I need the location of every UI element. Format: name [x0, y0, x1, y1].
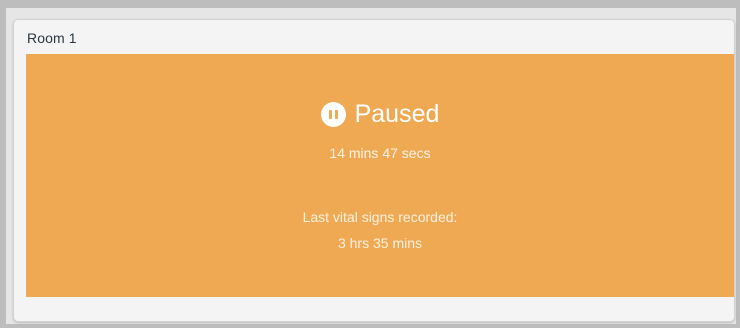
pause-icon-bar-right	[334, 109, 338, 119]
room-card[interactable]: Room 1 Paused 14 mins 47 secs Last vital…	[13, 19, 735, 322]
pause-icon	[320, 101, 346, 127]
status-header: Paused	[26, 99, 734, 129]
elapsed-time: 14 mins 47 secs	[329, 145, 431, 161]
vitals-label: Last vital signs recorded:	[302, 209, 458, 225]
status-panel[interactable]: Paused 14 mins 47 secs Last vital signs …	[26, 54, 734, 297]
status-label: Paused	[354, 100, 440, 128]
pause-icon-bar-left	[328, 109, 332, 119]
room-title: Room 1	[27, 30, 77, 46]
vitals-value: 3 hrs 35 mins	[337, 235, 423, 251]
